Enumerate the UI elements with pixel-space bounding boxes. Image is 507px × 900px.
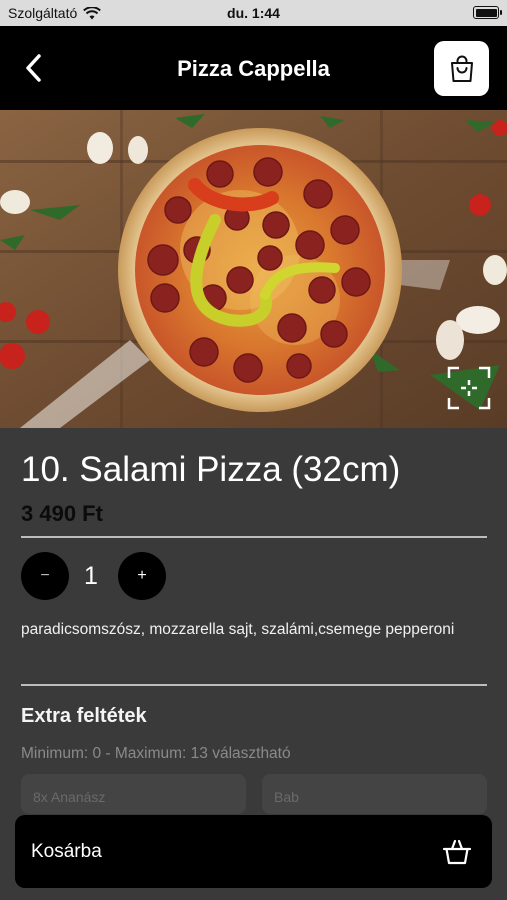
minus-icon: − [40,567,50,584]
extra-option[interactable]: Bab [262,774,487,814]
product-image[interactable] [0,110,507,428]
nav-bar: Pizza Cappella [0,26,507,110]
pizza-illustration [0,110,507,428]
divider [21,684,487,686]
basket-icon [442,839,472,864]
status-time: du. 1:44 [227,5,280,21]
add-to-cart-label: Kosárba [31,840,102,862]
product-title: 10. Salami Pizza (32cm) [21,450,401,489]
battery-icon [473,6,502,19]
divider [21,536,487,538]
product-description: paradicsomszósz, mozzarella sajt, szalám… [21,621,455,638]
fullscreen-icon[interactable] [447,366,491,410]
page-title: Pizza Cappella [177,56,330,81]
quantity-increase-button[interactable]: + [118,552,166,600]
add-to-cart-button[interactable]: Kosárba [15,815,492,888]
product-price: 3 490 Ft [21,501,103,526]
quantity-value: 1 [84,562,98,590]
chevron-left-icon [26,54,41,82]
extra-option[interactable]: 8x Ananász [21,774,246,814]
back-button[interactable] [14,48,54,88]
plus-icon: + [137,567,147,584]
shopping-bag-icon [450,55,473,82]
extras-subtitle: Minimum: 0 - Maximum: 13 választható [21,745,291,762]
quantity-decrease-button[interactable]: − [21,552,69,600]
cart-button[interactable] [434,41,489,96]
extras-title: Extra feltétek [21,705,147,727]
status-bar: Szolgáltató du. 1:44 [0,0,507,26]
